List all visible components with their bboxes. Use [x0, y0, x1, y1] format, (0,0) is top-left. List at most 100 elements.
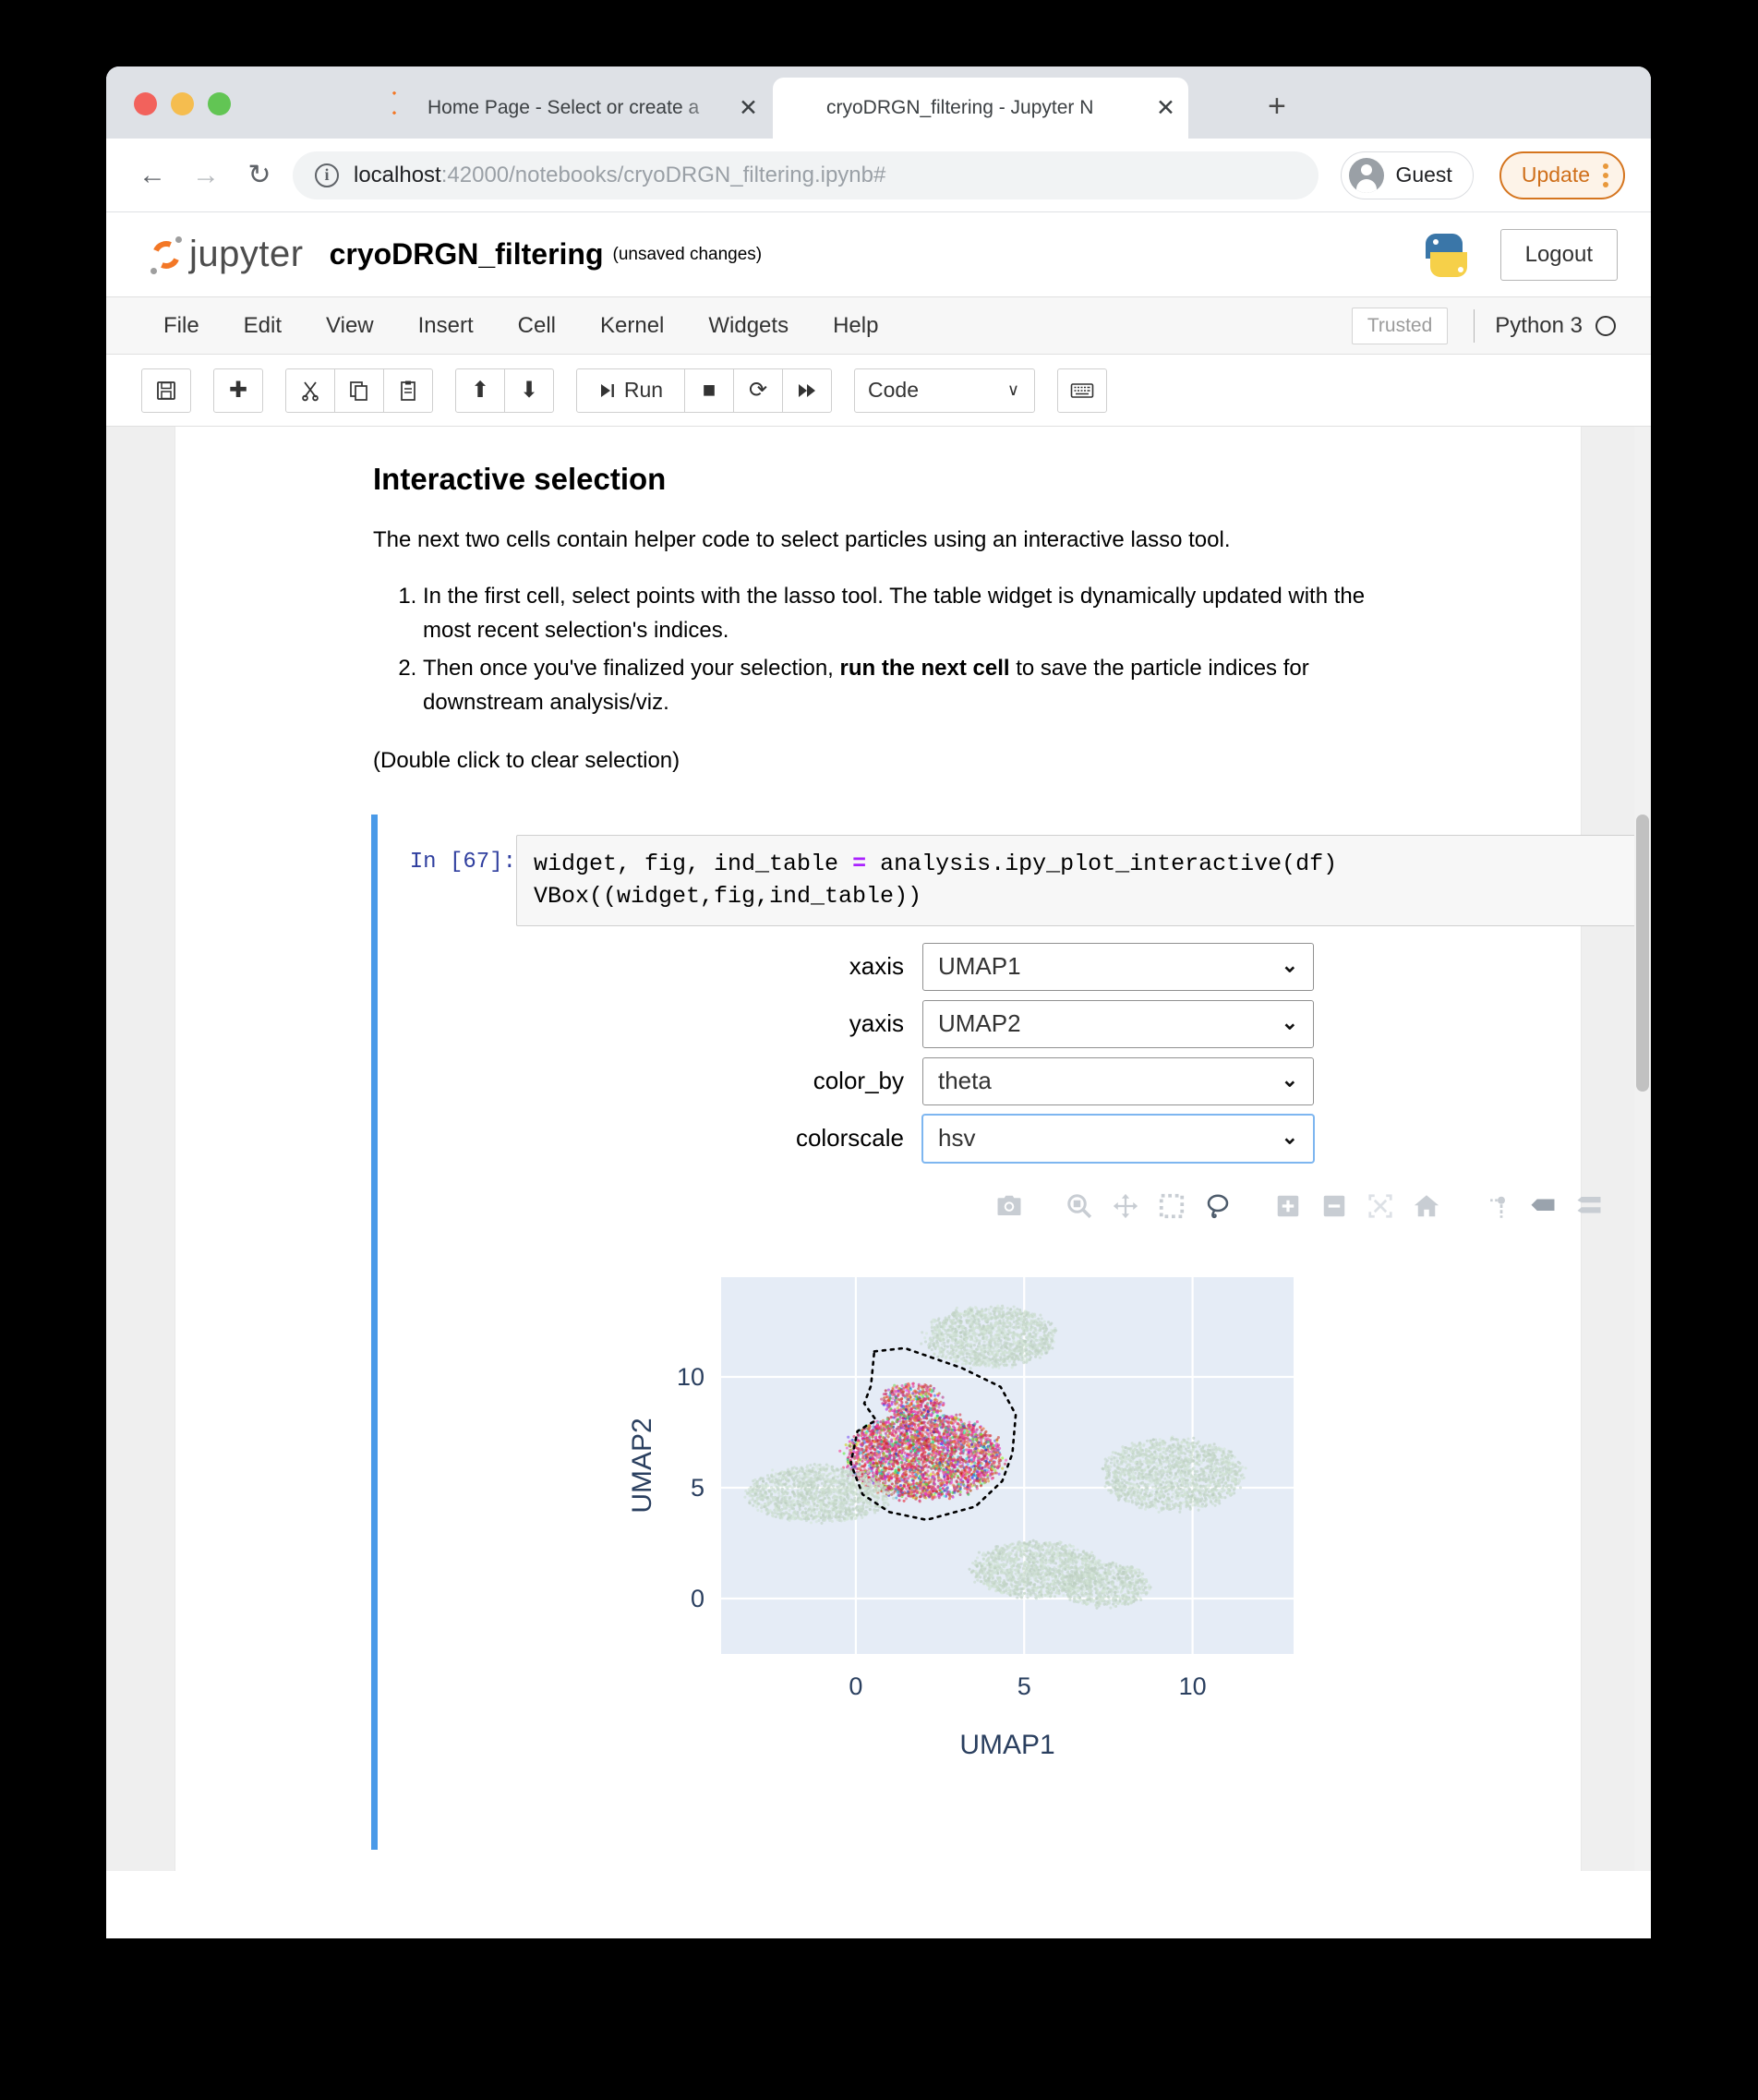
menu-item-cell[interactable]: Cell: [496, 313, 578, 339]
info-circle-icon[interactable]: i: [315, 163, 339, 187]
paste-button[interactable]: [383, 368, 433, 413]
markdown-cell[interactable]: Interactive selection The next two cells…: [175, 427, 1581, 774]
move-cell-down-button[interactable]: ⬇: [504, 368, 554, 413]
menu-item-widgets[interactable]: Widgets: [686, 313, 811, 339]
notebook-scrollbar[interactable]: [1634, 427, 1651, 1871]
code-editor[interactable]: widget, fig, ind_table = analysis.ipy_pl…: [516, 834, 1651, 926]
toolbar-group-clipboard: [285, 368, 433, 413]
close-icon[interactable]: ✕: [739, 96, 758, 120]
toolbar-group-insert: ✚: [213, 368, 263, 413]
plot-svg: 0 5 100510UMAP1UMAP2: [627, 1276, 1294, 1760]
zoom-out-icon[interactable]: [1315, 1187, 1354, 1225]
menu-item-kernel[interactable]: Kernel: [578, 313, 686, 339]
copy-button[interactable]: [334, 368, 384, 413]
forward-arrow-icon[interactable]: →: [186, 155, 226, 196]
cut-button[interactable]: [285, 368, 335, 413]
list-item: Then once you've finalized your selectio…: [423, 651, 1383, 719]
keyboard-shortcuts-button[interactable]: [1057, 368, 1107, 413]
logout-button[interactable]: Logout: [1499, 228, 1618, 281]
restart-and-run-all-button[interactable]: [782, 368, 832, 413]
interrupt-kernel-button[interactable]: ■: [684, 368, 734, 413]
instruction-list: In the first cell, select points with th…: [373, 579, 1383, 720]
browser-tab-home-page[interactable]: Home Page - Select or create a ✕: [374, 78, 771, 139]
ipywidgets-form: xaxis UMAP1 ⌄ yaxis UMAP2 ⌄ color_by the…: [378, 926, 1651, 1163]
toolbar-group-run: Run ■ ⟳: [576, 368, 832, 413]
notebook-icon: [789, 95, 815, 121]
widget-row-xaxis: xaxis UMAP1 ⌄: [378, 942, 1651, 991]
close-icon[interactable]: ✕: [1156, 96, 1175, 120]
run-cell-button[interactable]: Run: [576, 368, 685, 413]
jupyter-toolbar: ✚ ⬆ ⬇ Run ■ ⟳ Code ∨: [106, 355, 1651, 427]
browser-tab-title: cryoDRGN_filtering - Jupyter N: [826, 97, 1094, 118]
modebar-group-download: [990, 1187, 1029, 1225]
menu-item-view[interactable]: View: [304, 313, 396, 339]
restart-kernel-button[interactable]: ⟳: [733, 368, 783, 413]
input-prompt: In [67]:: [409, 849, 516, 875]
menu-item-edit[interactable]: Edit: [222, 313, 304, 339]
yaxis-select[interactable]: UMAP2 ⌄: [922, 999, 1314, 1048]
cell-type-value: Code: [868, 378, 919, 402]
profile-button[interactable]: Guest: [1341, 151, 1474, 199]
cell-type-select[interactable]: Code ∨: [854, 368, 1035, 413]
browser-address-bar: ← → ↻ i localhost:42000/notebooks/cryoDR…: [106, 139, 1651, 212]
autoscale-icon[interactable]: [1361, 1187, 1400, 1225]
xaxis-select[interactable]: UMAP1 ⌄: [922, 942, 1314, 991]
notebook-bottom-space: [175, 1849, 1581, 1871]
intro-paragraph: The next two cells contain helper code t…: [373, 527, 1231, 552]
pan-icon[interactable]: [1106, 1187, 1145, 1225]
home-reset-icon[interactable]: [1407, 1187, 1446, 1225]
camera-icon[interactable]: [990, 1187, 1029, 1225]
colorscale-value: hsv: [938, 1124, 976, 1153]
notebook-name[interactable]: cryoDRGN_filtering: [330, 237, 604, 272]
url-input[interactable]: i localhost:42000/notebooks/cryoDRGN_fil…: [293, 151, 1319, 199]
bold-run-next-cell: run the next cell: [839, 656, 1010, 682]
modebar-group-scale: [1269, 1187, 1446, 1225]
zoom-icon[interactable]: [1060, 1187, 1099, 1225]
save-button[interactable]: [141, 368, 191, 413]
menu-item-file[interactable]: File: [141, 313, 222, 339]
jupyter-logo[interactable]: jupyter: [148, 234, 304, 275]
y-axis-title: UMAP2: [627, 1418, 657, 1513]
insert-cell-button[interactable]: ✚: [213, 368, 263, 413]
window-close-button[interactable]: [134, 92, 157, 115]
colorscale-select[interactable]: hsv ⌄: [922, 1114, 1314, 1163]
code-input-row: In [67]: widget, fig, ind_table = analys…: [378, 834, 1651, 926]
code-cell[interactable]: In [67]: widget, fig, ind_table = analys…: [371, 814, 1651, 1850]
toggle-spikelines-icon[interactable]: [1477, 1187, 1516, 1225]
reload-icon[interactable]: ↻: [239, 155, 280, 196]
menu-item-help[interactable]: Help: [811, 313, 900, 339]
browser-tab-cryodrgn-filtering[interactable]: cryoDRGN_filtering - Jupyter N ✕: [773, 78, 1188, 139]
modebar-group-hover: [1477, 1187, 1608, 1225]
run-label: Run: [623, 378, 664, 402]
kernel-idle-indicator-icon[interactable]: [1595, 315, 1616, 336]
window-maximize-button[interactable]: [208, 92, 231, 115]
back-arrow-icon[interactable]: ←: [132, 155, 173, 196]
toolbar-group-move: ⬆ ⬇: [455, 368, 554, 413]
xaxis-label: xaxis: [849, 952, 904, 981]
box-select-icon[interactable]: [1152, 1187, 1191, 1225]
hover-closest-icon[interactable]: [1523, 1187, 1562, 1225]
move-cell-up-button[interactable]: ⬆: [455, 368, 505, 413]
update-button[interactable]: Update: [1499, 151, 1625, 199]
color-by-select[interactable]: theta ⌄: [922, 1056, 1314, 1105]
menu-item-insert[interactable]: Insert: [396, 313, 496, 339]
code-operator: =: [852, 850, 867, 877]
xaxis-value: UMAP1: [938, 952, 1021, 981]
hover-compare-icon[interactable]: [1570, 1187, 1608, 1225]
kernel-name: Python 3: [1495, 312, 1583, 338]
toolbar-group-save: [141, 368, 191, 413]
scrollbar-thumb[interactable]: [1636, 815, 1649, 1092]
trusted-badge[interactable]: Trusted: [1351, 307, 1449, 344]
url-path: :42000/notebooks/cryoDRGN_filtering.ipyn…: [440, 162, 886, 187]
lasso-select-icon[interactable]: [1198, 1187, 1237, 1225]
window-minimize-button[interactable]: [171, 92, 194, 115]
zoom-in-icon[interactable]: [1269, 1187, 1307, 1225]
kebab-menu-icon[interactable]: [1603, 163, 1608, 187]
code-line-2: VBox((widget,fig,ind_table)): [534, 883, 922, 911]
jupyter-header: jupyter cryoDRGN_filtering (unsaved chan…: [106, 212, 1651, 297]
umap-scatter-plot[interactable]: 0 5 10 0 5 10 UMAP1 UMAP2: [378, 1240, 1651, 1850]
jupyter-menubar: File Edit View Insert Cell Kernel Widget…: [106, 297, 1651, 355]
new-tab-button[interactable]: +: [1268, 91, 1286, 122]
notebook-page: Interactive selection The next two cells…: [175, 427, 1651, 1871]
toolbar-group-command-palette: [1057, 368, 1107, 413]
